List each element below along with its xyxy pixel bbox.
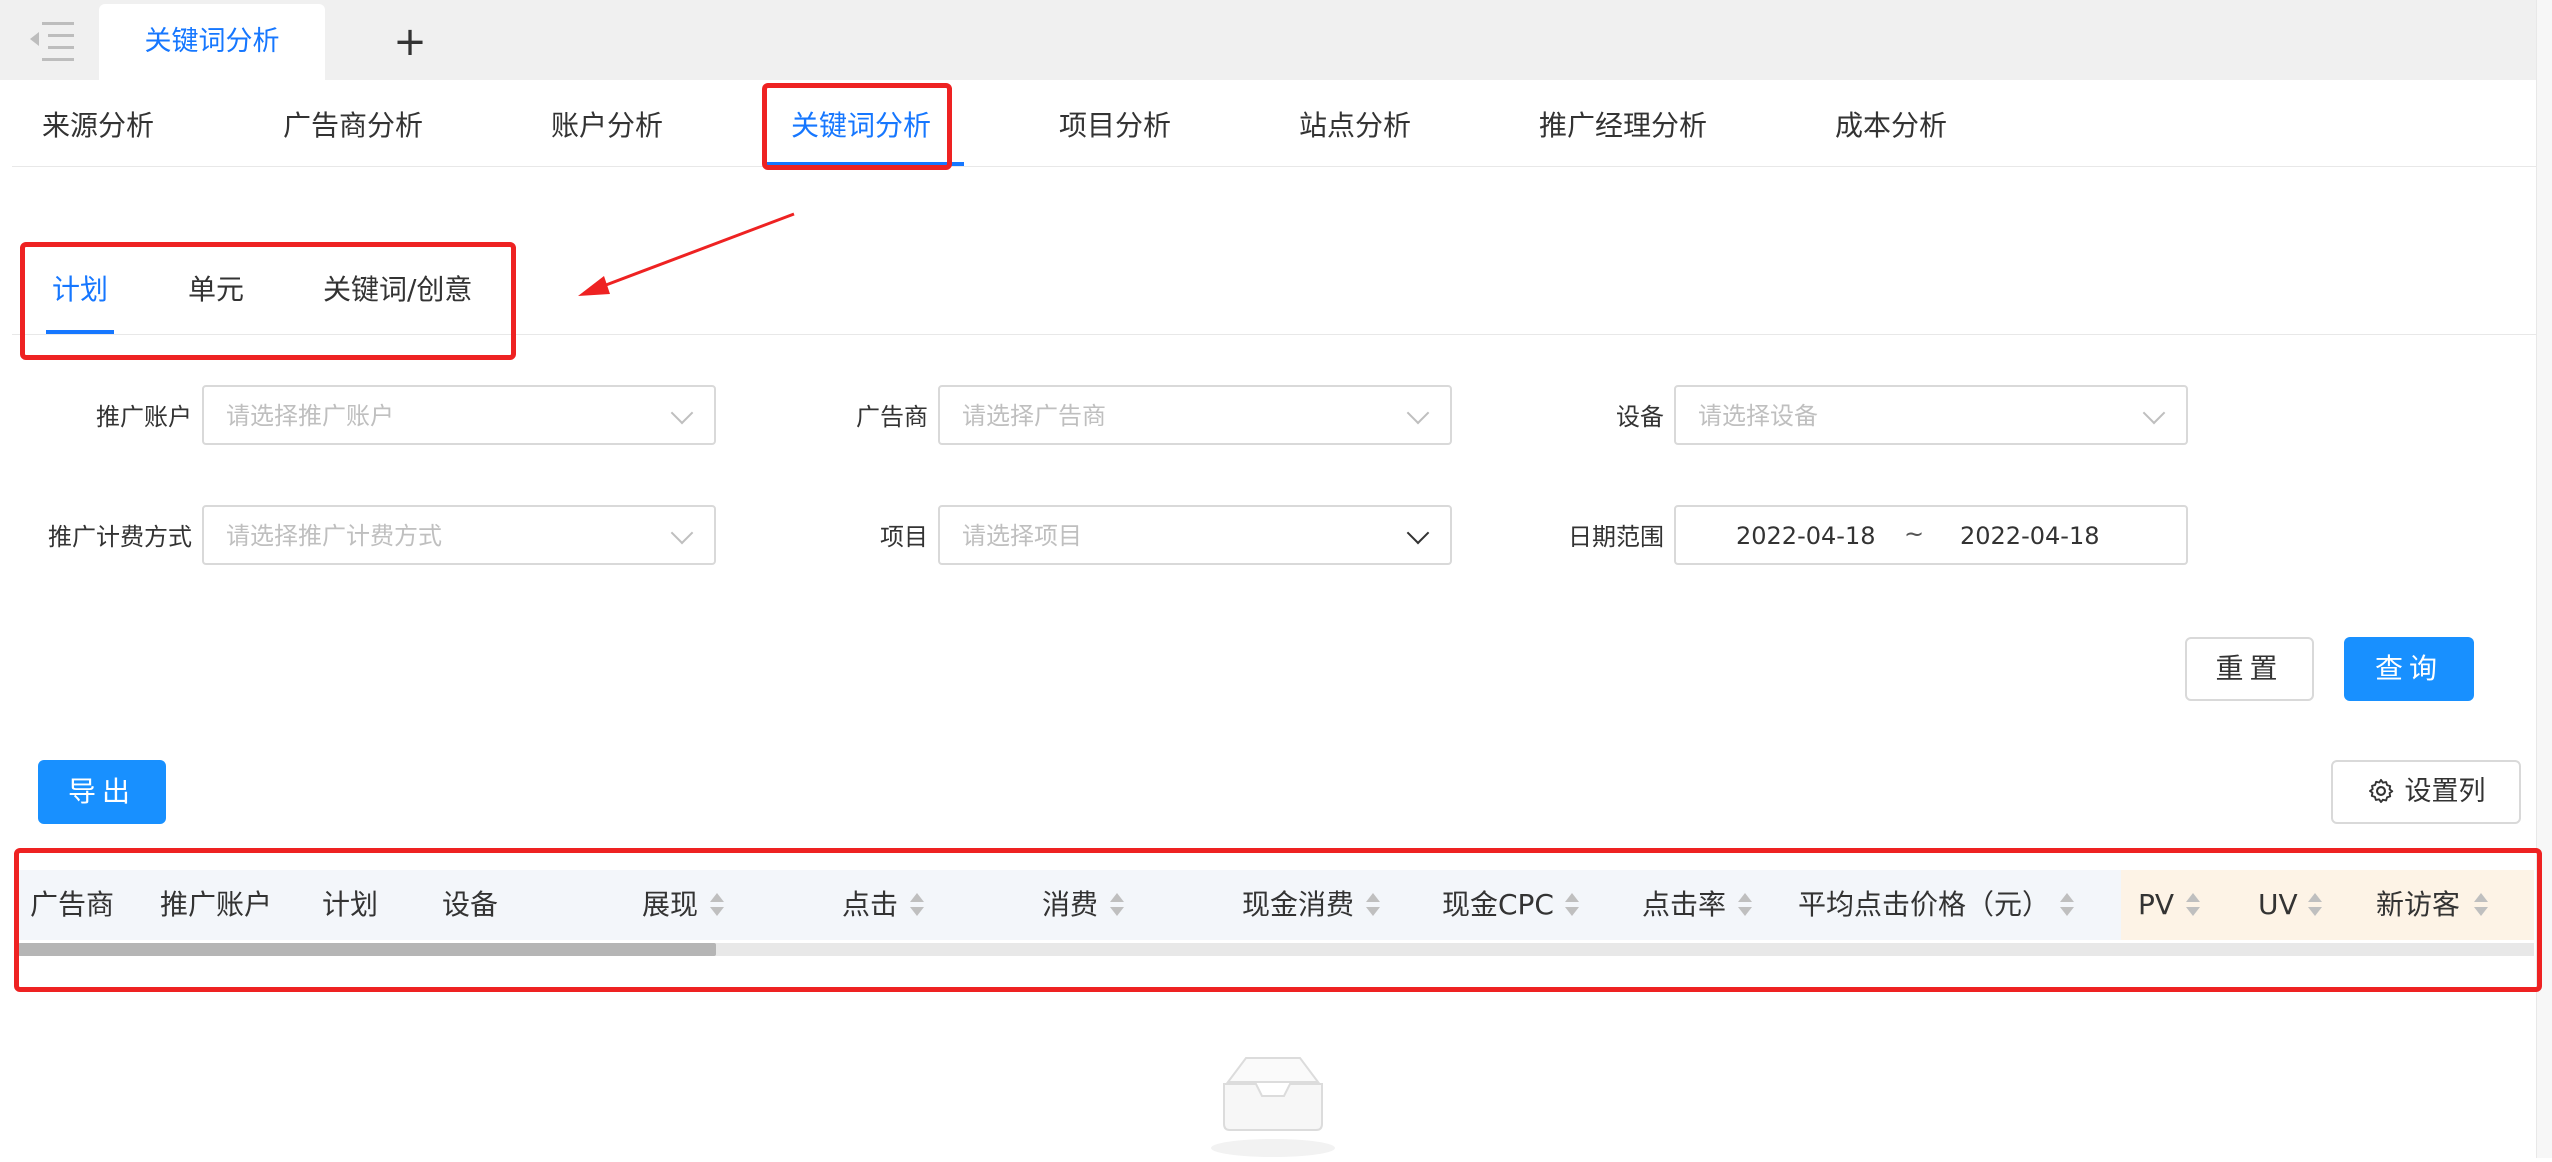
empty-state — [1208, 1052, 1338, 1158]
date-range-picker[interactable]: 2022-04-18 ~ 2022-04-18 — [1674, 505, 2188, 565]
advertiser-placeholder: 请选择广告商 — [962, 402, 1106, 430]
empty-inbox-icon — [1211, 1057, 1335, 1157]
annotation-arrow — [578, 212, 795, 296]
reset-button[interactable]: 重置 — [2185, 637, 2314, 701]
billing-placeholder: 请选择推广计费方式 — [226, 522, 442, 550]
window-tab-keyword-analysis[interactable]: 关键词分析 — [99, 4, 325, 80]
nav-project-analysis[interactable]: 项目分析 — [1059, 106, 1171, 146]
divider — [12, 166, 2536, 167]
nav-promotion-manager-analysis[interactable]: 推广经理分析 — [1539, 106, 1707, 146]
column-settings-button[interactable]: 设置列 — [2331, 760, 2521, 824]
device-label: 设备 — [1616, 403, 1664, 431]
annotation-box-sub-tabs — [20, 242, 516, 360]
chevron-down-icon — [670, 521, 694, 545]
billing-label: 推广计费方式 — [48, 523, 192, 551]
nav-site-analysis[interactable]: 站点分析 — [1299, 106, 1411, 146]
project-label: 项目 — [880, 523, 928, 551]
project-select[interactable]: 请选择项目 — [938, 505, 1452, 565]
date-range-label: 日期范围 — [1568, 523, 1664, 551]
billing-select[interactable]: 请选择推广计费方式 — [202, 505, 716, 565]
account-label: 推广账户 — [96, 403, 192, 431]
nav-advertiser-analysis[interactable]: 广告商分析 — [283, 106, 423, 146]
advertiser-select[interactable]: 请选择广告商 — [938, 385, 1452, 445]
nav-cost-analysis[interactable]: 成本分析 — [1835, 106, 1947, 146]
plus-icon[interactable]: + — [390, 18, 430, 66]
window-tab-bar — [0, 0, 2552, 80]
end-date[interactable]: 2022-04-18 — [1960, 519, 2099, 553]
account-select[interactable]: 请选择推广账户 — [202, 385, 716, 445]
menu-fold-icon[interactable] — [30, 20, 74, 61]
project-placeholder: 请选择项目 — [962, 522, 1082, 550]
date-separator: ~ — [1904, 520, 1925, 548]
chevron-down-icon — [670, 401, 694, 425]
annotation-box-keyword-analysis — [762, 83, 952, 170]
chevron-down-icon — [2142, 401, 2166, 425]
advertiser-label: 广告商 — [856, 403, 928, 431]
export-button[interactable]: 导出 — [38, 760, 166, 824]
device-select[interactable]: 请选择设备 — [1674, 385, 2188, 445]
account-placeholder: 请选择推广账户 — [226, 402, 394, 430]
query-button[interactable]: 查询 — [2344, 637, 2474, 701]
nav-account-analysis[interactable]: 账户分析 — [551, 106, 663, 146]
device-placeholder: 请选择设备 — [1698, 402, 1818, 430]
nav-source-analysis[interactable]: 来源分析 — [42, 106, 154, 146]
chevron-down-icon — [1406, 401, 1430, 425]
gear-icon — [2368, 778, 2393, 804]
start-date[interactable]: 2022-04-18 — [1736, 519, 1875, 553]
column-settings-label: 设置列 — [2404, 776, 2486, 807]
chevron-down-icon — [1406, 521, 1430, 545]
annotation-box-table-header — [14, 848, 2542, 992]
